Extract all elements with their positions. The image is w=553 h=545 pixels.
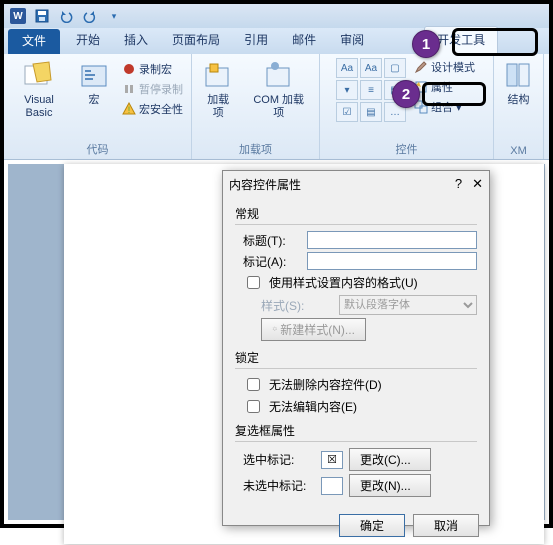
unchecked-label: 未选中标记:	[243, 477, 315, 494]
vb-icon	[23, 60, 55, 92]
macros-icon	[78, 60, 110, 92]
cancel-button[interactable]: 取消	[413, 514, 479, 537]
macro-security-button[interactable]: ! 宏安全性	[120, 100, 185, 118]
use-style-checkbox[interactable]	[247, 276, 260, 289]
new-style-button: ꙳ 新建样式(N)...	[261, 318, 366, 341]
record-label: 录制宏	[139, 61, 172, 77]
qat-customize-icon[interactable]: ▾	[104, 6, 124, 26]
record-macro-button[interactable]: 录制宏	[120, 60, 185, 78]
security-label: 宏安全性	[139, 101, 183, 117]
style-label: 样式(S):	[261, 297, 333, 314]
tab-layout[interactable]: 页面布局	[160, 27, 232, 54]
vb-label: Visual Basic	[14, 94, 64, 120]
properties-label: 属性	[431, 79, 453, 95]
structure-button[interactable]: 结构	[499, 58, 539, 109]
addins-label: 加载项	[202, 94, 234, 120]
warning-icon: !	[122, 102, 136, 116]
callout-1: 1	[412, 30, 440, 58]
group-ctrl-label: 组合 ▾	[431, 99, 462, 115]
properties-button[interactable]: 属性	[412, 78, 477, 96]
group-addins: 加载项 COM 加载项 加载项	[192, 54, 320, 159]
macros-button[interactable]: 宏	[74, 58, 114, 109]
help-icon[interactable]: ?	[455, 176, 462, 192]
ribbon: Visual Basic 宏 录制宏 暂停录制 ! 宏安全性 代码 加载项 COM…	[4, 54, 549, 160]
ctrl-combo[interactable]: ▾	[336, 80, 358, 100]
tag-input[interactable]	[307, 252, 477, 270]
structure-label: 结构	[508, 94, 530, 107]
group-addins-label: 加载项	[239, 139, 272, 157]
group-button[interactable]: 组合 ▾	[412, 98, 477, 116]
title-input[interactable]	[307, 231, 477, 249]
group-xml-label: XM	[510, 143, 527, 157]
dialog-titlebar: 内容控件属性 ? ✕	[223, 171, 489, 197]
section-checkbox: 复选框属性	[235, 422, 477, 439]
section-general: 常规	[235, 205, 477, 222]
tab-file[interactable]: 文件	[8, 29, 60, 54]
design-label: 设计模式	[431, 59, 475, 75]
macros-label: 宏	[89, 94, 100, 107]
pause-icon	[122, 82, 136, 96]
change-checked-button[interactable]: 更改(C)...	[349, 448, 431, 471]
design-mode-button[interactable]: 设计模式	[412, 58, 477, 76]
title-label: 标题(T):	[243, 232, 301, 249]
com-addins-icon	[263, 60, 295, 92]
com-addins-button[interactable]: COM 加载项	[244, 58, 313, 122]
save-icon[interactable]	[32, 6, 52, 26]
visual-basic-button[interactable]: Visual Basic	[10, 58, 68, 122]
tab-insert[interactable]: 插入	[112, 27, 160, 54]
ctrl-richtext[interactable]: Aa	[336, 58, 358, 78]
lock-edit-label: 无法编辑内容(E)	[269, 398, 357, 415]
addins-button[interactable]: 加载项	[198, 58, 238, 122]
word-icon[interactable]: W	[8, 6, 28, 26]
group-controls-label: 控件	[396, 139, 418, 157]
undo-icon[interactable]	[56, 6, 76, 26]
tag-label: 标记(A):	[243, 253, 301, 270]
callout-2: 2	[392, 80, 420, 108]
pause-record-button: 暂停录制	[120, 80, 185, 98]
ok-button[interactable]: 确定	[339, 514, 405, 537]
redo-icon[interactable]	[80, 6, 100, 26]
group-code: Visual Basic 宏 录制宏 暂停录制 ! 宏安全性 代码	[4, 54, 192, 159]
structure-icon	[503, 60, 535, 92]
ctrl-picture[interactable]: ▢	[384, 58, 406, 78]
ribbon-tabs: 文件 开始 插入 页面布局 引用 邮件 审阅 开发工具	[4, 28, 549, 54]
tab-mailings[interactable]: 邮件	[280, 27, 328, 54]
pause-label: 暂停录制	[139, 81, 183, 97]
checked-symbol: ☒	[321, 451, 343, 469]
design-icon	[414, 60, 428, 74]
ctrl-plaintext[interactable]: Aa	[360, 58, 382, 78]
ctrl-dropdown[interactable]: ≡	[360, 80, 382, 100]
svg-text:!: !	[128, 105, 131, 115]
addins-icon	[202, 60, 234, 92]
style-select: 默认段落字体	[339, 295, 477, 315]
checked-label: 选中标记:	[243, 451, 315, 468]
group-code-label: 代码	[87, 139, 109, 157]
lock-delete-label: 无法删除内容控件(D)	[269, 376, 382, 393]
dialog-title: 内容控件属性	[229, 176, 301, 193]
tab-review[interactable]: 审阅	[328, 27, 376, 54]
lock-edit-checkbox[interactable]	[247, 400, 260, 413]
tab-references[interactable]: 引用	[232, 27, 280, 54]
lock-delete-checkbox[interactable]	[247, 378, 260, 391]
group-xml: 结构 XM	[494, 54, 544, 159]
change-unchecked-button[interactable]: 更改(N)...	[349, 474, 431, 497]
use-style-label: 使用样式设置内容的格式(U)	[269, 274, 418, 291]
section-locking: 锁定	[235, 349, 477, 366]
quick-access-toolbar: W ▾	[4, 4, 549, 28]
content-control-properties-dialog: 内容控件属性 ? ✕ 常规 标题(T): 标记(A): 使用样式设置内容的格式(…	[222, 170, 490, 526]
ctrl-legacy[interactable]: ▤	[360, 102, 382, 122]
tab-home[interactable]: 开始	[64, 27, 112, 54]
close-icon[interactable]: ✕	[472, 176, 483, 192]
com-addins-label: COM 加载项	[248, 94, 309, 120]
unchecked-symbol	[321, 477, 343, 495]
ctrl-checkbox[interactable]: ☑	[336, 102, 358, 122]
record-icon	[122, 62, 136, 76]
